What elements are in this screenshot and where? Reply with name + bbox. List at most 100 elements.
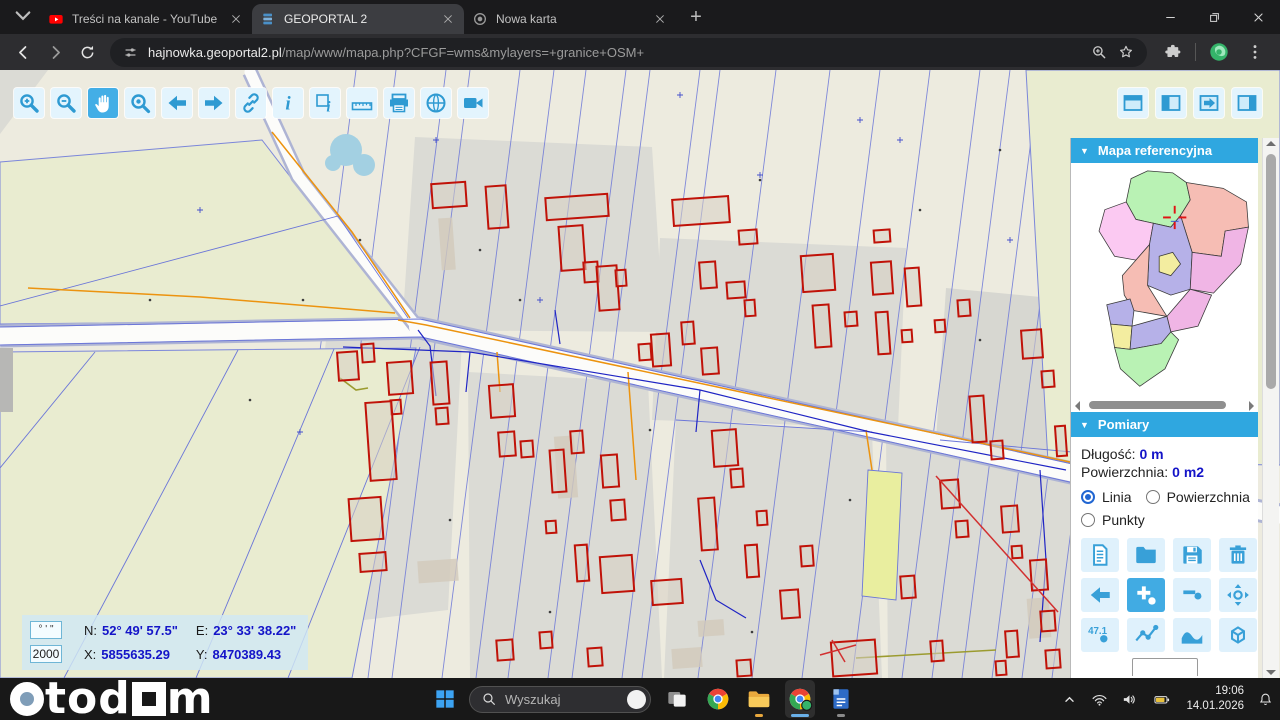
profile-avatar[interactable] <box>1208 41 1230 63</box>
coord-x: X:5855635.29 <box>84 647 178 662</box>
collapse-triangle-icon: ▼ <box>1080 146 1089 156</box>
chrome-app-button[interactable] <box>703 680 733 718</box>
remove-point-button[interactable] <box>1173 578 1211 612</box>
bookmark-star-icon[interactable] <box>1117 43 1135 61</box>
tab-search-button[interactable] <box>8 3 38 31</box>
folder-button[interactable] <box>1127 538 1165 572</box>
tab-youtube[interactable]: Treści na kanale - YouTube Stud <box>40 4 252 34</box>
taskbar-clock[interactable]: 19:06 14.01.2026 <box>1186 684 1244 714</box>
add-point-button[interactable] <box>1127 578 1165 612</box>
radio-punkty[interactable]: Punkty <box>1081 512 1145 528</box>
clock-time: 19:06 <box>1186 684 1244 699</box>
running-indicator <box>791 714 809 717</box>
print-button[interactable] <box>384 88 414 118</box>
zoom-out-button[interactable] <box>51 88 81 118</box>
tab-close-icon[interactable] <box>440 11 456 27</box>
new-tab-button[interactable]: + <box>682 3 710 31</box>
pan-button[interactable] <box>88 88 118 118</box>
zoom-extent-button[interactable] <box>125 88 155 118</box>
radio-dot <box>1081 513 1095 527</box>
close-button[interactable] <box>1236 0 1280 34</box>
menu-kebab-icon[interactable] <box>1245 42 1265 62</box>
volume-icon[interactable] <box>1121 691 1138 708</box>
identify-button[interactable]: i <box>310 88 340 118</box>
minimap-scrollbar-horizontal[interactable] <box>1073 398 1256 412</box>
tab-nowa-karta[interactable]: Nowa karta <box>464 4 676 34</box>
search-placeholder: Wyszukaj <box>505 692 619 707</box>
page-scrollbar-vertical[interactable] <box>1262 138 1279 678</box>
wifi-icon[interactable] <box>1091 691 1108 708</box>
measure-button[interactable] <box>347 88 377 118</box>
cube-button[interactable] <box>1219 618 1257 652</box>
task-view-button[interactable] <box>662 680 692 718</box>
chevron-down-icon <box>8 0 38 35</box>
radio-linia[interactable]: Linia <box>1081 489 1132 505</box>
site-info-icon[interactable] <box>122 44 139 61</box>
reference-map-header[interactable]: ▼ Mapa referencyjna <box>1071 138 1258 163</box>
scroll-left-icon[interactable] <box>1075 401 1080 411</box>
writer-doc-icon <box>828 686 854 712</box>
dms-format-button[interactable]: ° ' " <box>30 621 62 639</box>
battery-icon[interactable] <box>1151 691 1173 708</box>
restore-button[interactable] <box>1192 0 1236 34</box>
notifications-icon[interactable] <box>1257 691 1274 708</box>
back-button[interactable] <box>162 88 192 118</box>
tab-geoportal[interactable]: GEOPORTAL 2 <box>252 4 464 34</box>
polyline-button[interactable] <box>1127 618 1165 652</box>
radio-dot <box>1146 490 1160 504</box>
layout-left-button[interactable] <box>1156 88 1186 118</box>
running-indicator <box>755 714 763 717</box>
tab-label: Nowa karta <box>496 12 644 26</box>
address-bar[interactable]: hajnowka.geoportal2.pl/map/www/mapa.php?… <box>110 38 1147 67</box>
globe-button[interactable] <box>421 88 451 118</box>
move-button[interactable] <box>1219 578 1257 612</box>
coords-47-button[interactable]: 47.1 <box>1081 618 1119 652</box>
scroll-down-icon[interactable] <box>1266 670 1276 675</box>
layout-right-button[interactable] <box>1232 88 1262 118</box>
stream-button[interactable] <box>458 88 488 118</box>
scrollbar-thumb[interactable] <box>1089 401 1226 409</box>
scroll-right-icon[interactable] <box>1249 401 1254 411</box>
file-explorer-button[interactable] <box>744 680 774 718</box>
link-button[interactable] <box>236 88 266 118</box>
layout-expand-button[interactable] <box>1194 88 1224 118</box>
extensions-icon[interactable] <box>1162 42 1182 62</box>
tab-close-icon[interactable] <box>652 11 668 27</box>
tab-close-icon[interactable] <box>228 11 244 27</box>
zoom-in-button[interactable] <box>14 88 44 118</box>
writer-doc-button[interactable] <box>826 680 856 718</box>
side-panel: ▼ Mapa referencyjna ▼ Pomiary Długość:0 … <box>1070 138 1258 678</box>
chrome-active-button[interactable] <box>785 680 815 718</box>
taskbar-search[interactable]: Wyszukaj <box>469 686 651 713</box>
clipped-button[interactable] <box>1132 658 1198 676</box>
collapsed-panel-handle[interactable] <box>0 348 13 412</box>
page-zoom-icon[interactable] <box>1090 43 1108 61</box>
task-view-icon <box>664 686 690 712</box>
radio-powierzchnia[interactable]: Powierzchnia <box>1146 489 1250 505</box>
forward-button[interactable] <box>40 37 70 67</box>
profile-button[interactable] <box>1173 618 1211 652</box>
tray-chevron-up-icon[interactable] <box>1061 691 1078 708</box>
map-viewport[interactable]: ii ▼ Mapa referencyjna ▼ Pomiary Długość… <box>0 70 1280 678</box>
collapse-triangle-icon: ▼ <box>1080 420 1089 430</box>
windows-start-button[interactable] <box>432 686 458 712</box>
undo-arrow-button[interactable] <box>1081 578 1119 612</box>
system-tray: 19:06 14.01.2026 <box>1061 678 1274 720</box>
save-button[interactable] <box>1173 538 1211 572</box>
reference-minimap[interactable] <box>1071 163 1258 398</box>
new-doc-button[interactable] <box>1081 538 1119 572</box>
back-button[interactable] <box>8 37 38 67</box>
scroll-up-icon[interactable] <box>1266 141 1276 146</box>
info-button[interactable]: i <box>273 88 303 118</box>
delete-button[interactable] <box>1219 538 1257 572</box>
reload-button[interactable] <box>72 37 102 67</box>
scrollbar-thumb[interactable] <box>1266 154 1276 389</box>
divider <box>1195 43 1196 61</box>
scale-input[interactable]: 2000 <box>30 645 62 663</box>
forward-button[interactable] <box>199 88 229 118</box>
layout-top-button[interactable] <box>1118 88 1148 118</box>
minimize-button[interactable] <box>1148 0 1192 34</box>
chrome-active-icon <box>787 686 813 712</box>
pomiary-header[interactable]: ▼ Pomiary <box>1071 412 1258 437</box>
area-readout: Powierzchnia:0 m2 <box>1081 464 1248 480</box>
